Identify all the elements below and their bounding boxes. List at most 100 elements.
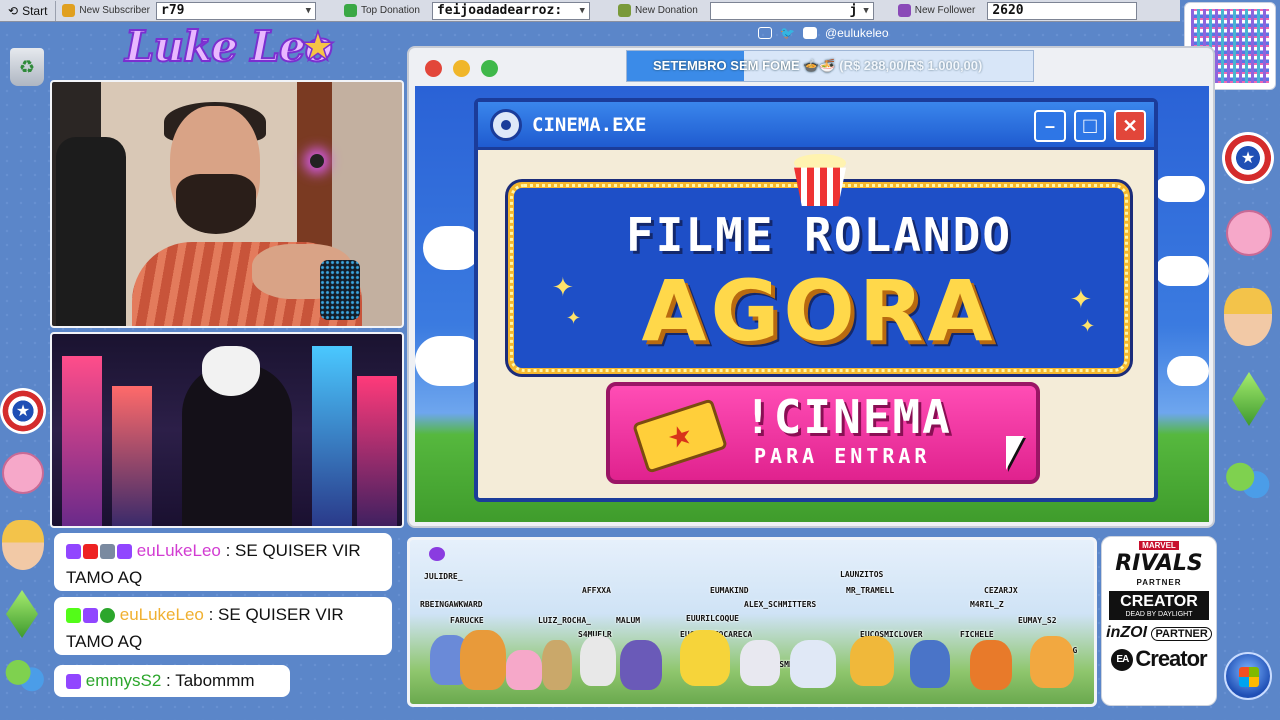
fox-mask [202,346,260,396]
ticket-star: ★ [663,417,697,455]
new-donation-segment: New Donation [612,1,704,21]
dropdown-arrow-icon[interactable]: ▼ [863,6,868,16]
minimize-dot-button[interactable] [453,60,470,77]
top-donation-segment: Top Donation [338,1,426,21]
recycle-bin-icon[interactable]: ♻ [4,44,50,90]
viewer-name: LUIZ_ROCHA_ [538,616,591,625]
creator-label: CREATOR [1120,593,1198,610]
goal-emoji: 🍲🍜 [803,58,836,73]
user-badges [66,544,132,560]
cinema-command-sub: PARA ENTRAR [754,444,931,468]
viewer-name: EUMAY_S2 [1018,616,1057,625]
new-subscriber-value: r79 [161,3,185,18]
youtube-icon [802,27,817,39]
character-avatar-icon[interactable] [2,520,44,570]
dbd-creator-badge: CREATOR DEAD BY DAYLIGHT [1109,591,1209,620]
twitter-icon: 🐦 [780,26,795,40]
chat-bubble-icon [429,547,445,561]
viewer-name: ALEX_SCHMITTERS [744,600,817,609]
taskbar: ⟲ Start New Subscriber r79 ▼ Top Donatio… [0,0,1180,22]
twitch-icon [117,544,132,560]
cinema-command: !CINEMA [744,390,952,444]
broadcaster-badge-icon [83,544,98,560]
dropdown-arrow-icon[interactable]: ▼ [306,6,311,16]
cinema-window: CINEMA.EXE – □ ✕ FILME ROLANDO AGORA ✦ ✦… [474,98,1158,502]
chat-username[interactable]: euLukeLeo [137,541,221,560]
dropdown-arrow-icon[interactable]: ▼ [580,6,585,16]
film-reel-icon [490,108,522,141]
new-follower-field[interactable]: 2620 [987,1,1138,20]
viewer-name: RBEINGAWKWARD [420,600,483,609]
donation-goal-bar: SETEMBRO SEM FOME 🍲🍜 (R$ 288,00/R$ 1.000… [626,50,1034,82]
new-subscriber-field[interactable]: r79 ▼ [156,1,316,20]
rivals-partner-label: PARTNER [1136,578,1182,587]
maximize-dot-button[interactable] [481,60,498,77]
mic-badge-icon [83,608,98,624]
viewer-name: MALUM [616,616,641,625]
cinema-command-button[interactable]: ★ !CINEMA PARA ENTRAR [606,382,1040,484]
messenger-icon[interactable] [1222,456,1274,508]
start-button[interactable]: ⟲ Start [0,0,57,21]
viewer-name: MR_TRAMELL [846,586,895,595]
chat-text: Tabommm [175,671,255,690]
cinema-window-title: CINEMA.EXE [532,113,647,136]
inzoi-partner-label: PARTNER [1151,627,1212,641]
ea-creator-label: Creator [1135,646,1207,671]
headline-agora: AGORA [641,262,997,360]
marquee-sign: FILME ROLANDO AGORA ✦ ✦ ✦ ✦ [508,182,1130,374]
chat-message: euLukeLeo : SE QUISER VIR TAMO AQ [54,533,392,591]
money-bag-icon [617,4,631,17]
cursor-icon [1006,436,1024,470]
inzoi-badge: inZOI PARTNER [1106,624,1212,642]
captain-shield-icon[interactable]: ★ [0,388,46,434]
character-avatar-icon[interactable] [1224,288,1272,346]
microphone-icon [320,260,360,320]
sparkle-icon: ✦ [566,308,582,328]
webcam-feed [50,80,404,328]
chat-message: euLukeLeo : SE QUISER VIR TAMO AQ [54,597,392,655]
new-subscriber-label: New Subscriber [79,5,150,16]
twitch-icon [66,544,81,560]
chat-username[interactable]: emmysS2 [86,671,162,690]
captain-shield-icon[interactable]: ★ [1222,132,1274,184]
star-icon [62,4,76,17]
windows-start-orb-icon[interactable] [1224,652,1272,700]
viewer-name: CEZARJX [984,586,1018,595]
social-links: 🐦 @eulukeleo [758,26,889,40]
viewer-name: FICHELE [960,630,994,639]
ticket-icon: ★ [632,398,728,474]
top-donation-field[interactable]: feijoadadearroz: ▼ [431,1,590,20]
check-badge-icon [100,608,115,624]
goal-label: SETEMBRO SEM FOME 🍲🍜 (R$ 288,00/R$ 1.000… [627,58,982,74]
viewer-name: M4RIL_Z [970,600,1004,609]
minimize-button[interactable]: – [1034,110,1066,142]
trophy-icon [344,4,357,17]
jigglypuff-icon[interactable] [2,452,44,494]
badge-icon [100,544,115,560]
maximize-button[interactable]: □ [1074,110,1106,142]
partner-badges: MARVEL RIVALS PARTNER CREATOR DEAD BY DA… [1101,536,1217,706]
ea-creator-badge: EA Creator [1111,646,1208,672]
kick-icon [66,608,81,624]
sparkle-icon: ✦ [1080,316,1096,336]
start-label: Start [22,3,48,18]
goal-amount: (R$ 288,00/R$ 1.000,00) [839,58,983,73]
viewer-name: FARUCKE [450,616,484,625]
sparkle-icon: ✦ [1070,284,1092,314]
new-follower-segment: New Follower [892,1,982,21]
sparkle-icon: ✦ [552,272,574,302]
new-donation-value: j [849,3,858,18]
messenger-icon[interactable] [2,654,48,700]
headline-now-playing: FILME ROLANDO [625,208,1013,262]
new-follower-label: New Follower [914,5,976,16]
dbd-label: DEAD BY DAYLIGHT [1125,611,1193,618]
chat-username[interactable]: euLukeLeo [120,605,204,624]
jigglypuff-icon[interactable] [1226,210,1272,256]
close-button[interactable]: ✕ [1114,110,1146,142]
chat-panel: euLukeLeo : SE QUISER VIR TAMO AQ euLuke… [50,533,400,711]
new-donation-field[interactable]: j ▼ [709,1,874,20]
new-subscriber-label-segment: New Subscriber [56,1,156,21]
new-donation-label: New Donation [634,5,698,16]
top-donation-value: feijoadadearroz: [436,3,563,18]
close-dot-button[interactable] [425,60,442,77]
